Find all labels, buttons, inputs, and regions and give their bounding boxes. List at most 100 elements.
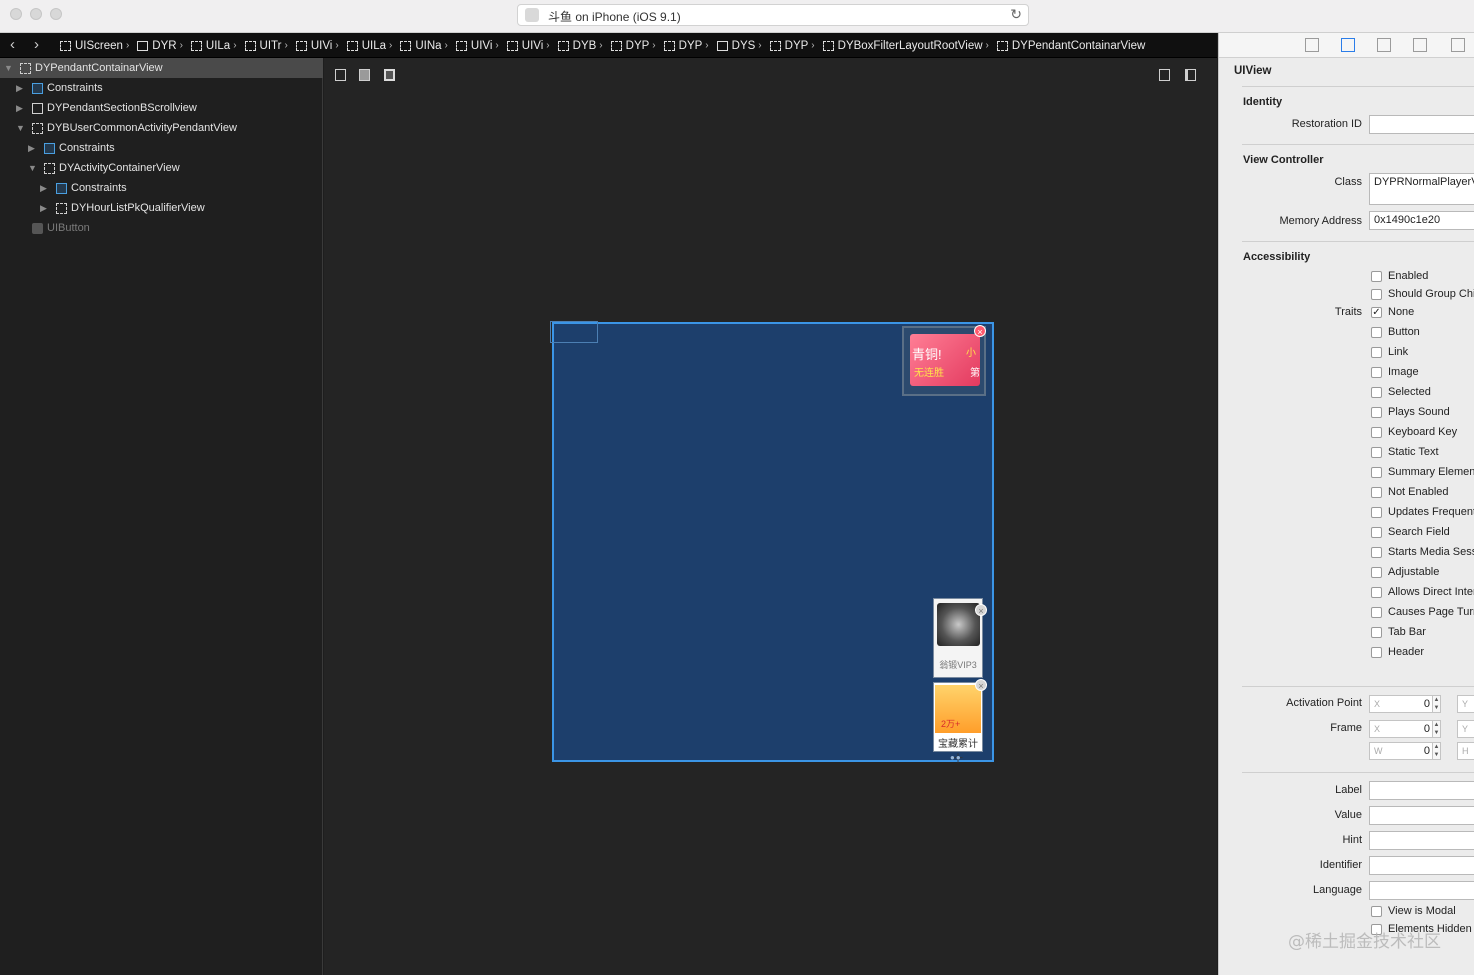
breadcrumb-item[interactable]: UIVi › bbox=[506, 40, 550, 52]
frame-y-field[interactable]: Y bbox=[1457, 720, 1474, 738]
breadcrumb-item[interactable]: UILa › bbox=[190, 40, 237, 52]
close-icon[interactable]: × bbox=[975, 679, 987, 691]
hint-field[interactable] bbox=[1369, 831, 1474, 850]
ghost-view-frame[interactable] bbox=[550, 321, 598, 343]
checkbox-icon bbox=[1371, 546, 1382, 558]
trait-checkbox[interactable]: Link bbox=[1371, 344, 1408, 360]
reload-icon[interactable]: ↻ bbox=[1010, 6, 1022, 23]
trait-checkbox[interactable]: Button bbox=[1371, 324, 1420, 340]
trait-checkbox[interactable]: ✓ None bbox=[1371, 304, 1414, 320]
breadcrumb-item[interactable]: DYP › bbox=[769, 40, 815, 52]
breadcrumb-item[interactable]: UILa › bbox=[346, 40, 392, 52]
breadcrumb-item[interactable]: DYPendantContainarView bbox=[996, 40, 1145, 52]
attributes-inspector-icon[interactable] bbox=[1413, 38, 1427, 52]
single-view-icon[interactable] bbox=[1159, 69, 1170, 81]
trait-checkbox[interactable]: Not Enabled bbox=[1371, 484, 1449, 500]
disclosure-open-icon[interactable]: ▼ bbox=[16, 123, 25, 133]
trait-checkbox[interactable]: Allows Direct Interaction bbox=[1371, 584, 1474, 600]
close-window-button[interactable] bbox=[10, 8, 22, 20]
wireframe-mode-icon[interactable] bbox=[335, 69, 346, 81]
breadcrumb-item[interactable]: DYP › bbox=[663, 40, 709, 52]
identifier-field[interactable] bbox=[1369, 856, 1474, 875]
breadcrumb-item[interactable]: UIVi › bbox=[455, 39, 499, 52]
wireframe-contents-mode-icon[interactable] bbox=[384, 69, 395, 81]
close-icon[interactable]: × bbox=[974, 325, 986, 337]
trait-checkbox[interactable]: Causes Page Turn bbox=[1371, 604, 1474, 620]
should-group-checkbox[interactable]: Should Group Children bbox=[1371, 286, 1474, 302]
enabled-checkbox[interactable]: Enabled bbox=[1371, 268, 1428, 284]
close-icon[interactable]: × bbox=[975, 604, 987, 616]
tree-row[interactable]: ▼ DYActivityContainerView bbox=[0, 158, 323, 178]
trait-checkbox[interactable]: Starts Media Session bbox=[1371, 544, 1474, 560]
breadcrumb-item[interactable]: UIVi › bbox=[295, 40, 339, 52]
trait-checkbox[interactable]: Plays Sound bbox=[1371, 404, 1450, 420]
activity-pendant-vip[interactable]: 翁锻VIP3 × bbox=[933, 598, 987, 678]
layers-inspector-icon[interactable] bbox=[1451, 38, 1465, 52]
disclosure-closed-icon[interactable]: ▶ bbox=[40, 183, 47, 194]
tree-row[interactable]: UIButton bbox=[0, 218, 323, 238]
trait-checkbox[interactable]: Selected bbox=[1371, 384, 1431, 400]
contents-mode-icon[interactable] bbox=[359, 69, 370, 81]
disclosure-closed-icon[interactable]: ▶ bbox=[16, 83, 23, 94]
disclosure-closed-icon[interactable]: ▶ bbox=[28, 143, 35, 154]
activity-pendant-top[interactable]: 青铜! 无连胜 小 第 × bbox=[902, 325, 986, 396]
split-view-icon[interactable] bbox=[1185, 69, 1196, 81]
trait-checkbox[interactable]: Updates Frequently bbox=[1371, 504, 1474, 520]
view-is-modal-checkbox[interactable]: View is Modal bbox=[1371, 903, 1456, 919]
trait-checkbox[interactable]: Keyboard Key bbox=[1371, 424, 1457, 440]
frame-w-field[interactable]: W 0 ▲ ▼ bbox=[1369, 742, 1441, 760]
tree-row[interactable]: ▶ DYHourListPkQualifierView bbox=[0, 198, 323, 218]
object-inspector-icon[interactable] bbox=[1341, 38, 1355, 52]
breadcrumb-item[interactable]: UINa › bbox=[400, 40, 448, 52]
trait-checkbox[interactable]: Summary Element bbox=[1371, 464, 1474, 480]
breadcrumb-label: UIVi bbox=[470, 39, 493, 52]
disclosure-open-icon[interactable]: ▼ bbox=[4, 63, 13, 73]
memory-address-label: Memory Address bbox=[1279, 215, 1362, 227]
zoom-window-button[interactable] bbox=[50, 8, 62, 20]
stepper-icon[interactable]: ▲ ▼ bbox=[1432, 720, 1441, 738]
value-field[interactable] bbox=[1369, 806, 1474, 825]
tree-row[interactable]: ▶ Constraints bbox=[0, 178, 323, 198]
checkbox-icon bbox=[1371, 526, 1382, 538]
breadcrumb-item[interactable]: DYR › bbox=[137, 40, 183, 52]
breadcrumb-item[interactable]: DYB › bbox=[557, 40, 603, 52]
class-field[interactable]: DYPRNormalPlayerViewController bbox=[1369, 173, 1474, 205]
disclosure-closed-icon[interactable]: ▶ bbox=[16, 103, 23, 114]
tree-row[interactable]: ▼ DYPendantContainarView bbox=[0, 58, 323, 78]
size-inspector-icon[interactable] bbox=[1377, 38, 1391, 52]
trait-checkbox[interactable]: Image bbox=[1371, 364, 1419, 380]
forward-arrow-icon[interactable]: › bbox=[34, 36, 39, 53]
breadcrumb-item[interactable]: DYS › bbox=[716, 40, 762, 52]
trait-checkbox[interactable]: Adjustable bbox=[1371, 564, 1439, 580]
trait-checkbox[interactable]: Header bbox=[1371, 644, 1424, 660]
label-field[interactable] bbox=[1369, 781, 1474, 800]
language-field[interactable] bbox=[1369, 881, 1474, 900]
tree-row[interactable]: ▶ DYPendantSectionBScrollview bbox=[0, 98, 323, 118]
checkbox-icon bbox=[1371, 288, 1382, 300]
trait-checkbox[interactable]: Tab Bar bbox=[1371, 624, 1426, 640]
stepper-icon[interactable]: ▲ ▼ bbox=[1432, 695, 1441, 713]
activation-x-field[interactable]: X 0 ▲ ▼ bbox=[1369, 695, 1441, 713]
frame-x-field[interactable]: X 0 ▲ ▼ bbox=[1369, 720, 1441, 738]
file-inspector-icon[interactable] bbox=[1305, 38, 1319, 52]
stepper-icon[interactable]: ▲ ▼ bbox=[1432, 742, 1441, 760]
trait-checkbox[interactable]: Search Field bbox=[1371, 524, 1450, 540]
tree-row[interactable]: ▶ Constraints bbox=[0, 78, 323, 98]
frame-h-field[interactable]: H bbox=[1457, 742, 1474, 760]
trait-checkbox[interactable]: Static Text bbox=[1371, 444, 1439, 460]
restoration-id-field[interactable] bbox=[1369, 115, 1474, 134]
breadcrumb-item[interactable]: UITr › bbox=[244, 40, 288, 52]
breadcrumb-item[interactable]: DYBoxFilterLayoutRootView › bbox=[822, 40, 989, 52]
tree-row[interactable]: ▶ Constraints bbox=[0, 138, 323, 158]
disclosure-open-icon[interactable]: ▼ bbox=[28, 163, 37, 173]
minimize-window-button[interactable] bbox=[30, 8, 42, 20]
breadcrumb-item[interactable]: DYP › bbox=[610, 40, 656, 52]
activity-pendant-treasure[interactable]: 2万+ 宝藏累计十 × bbox=[933, 679, 987, 765]
activation-y-field[interactable]: Y bbox=[1457, 695, 1474, 713]
back-arrow-icon[interactable]: ‹ bbox=[10, 36, 15, 53]
breadcrumb-item[interactable]: UIScreen › bbox=[60, 40, 129, 52]
disclosure-closed-icon[interactable]: ▶ bbox=[40, 203, 47, 214]
memory-address-field[interactable]: 0x1490c1e20 bbox=[1369, 211, 1474, 230]
tree-row[interactable]: ▼ DYBUserCommonActivityPendantView bbox=[0, 118, 323, 138]
checkbox-icon bbox=[1371, 326, 1382, 338]
